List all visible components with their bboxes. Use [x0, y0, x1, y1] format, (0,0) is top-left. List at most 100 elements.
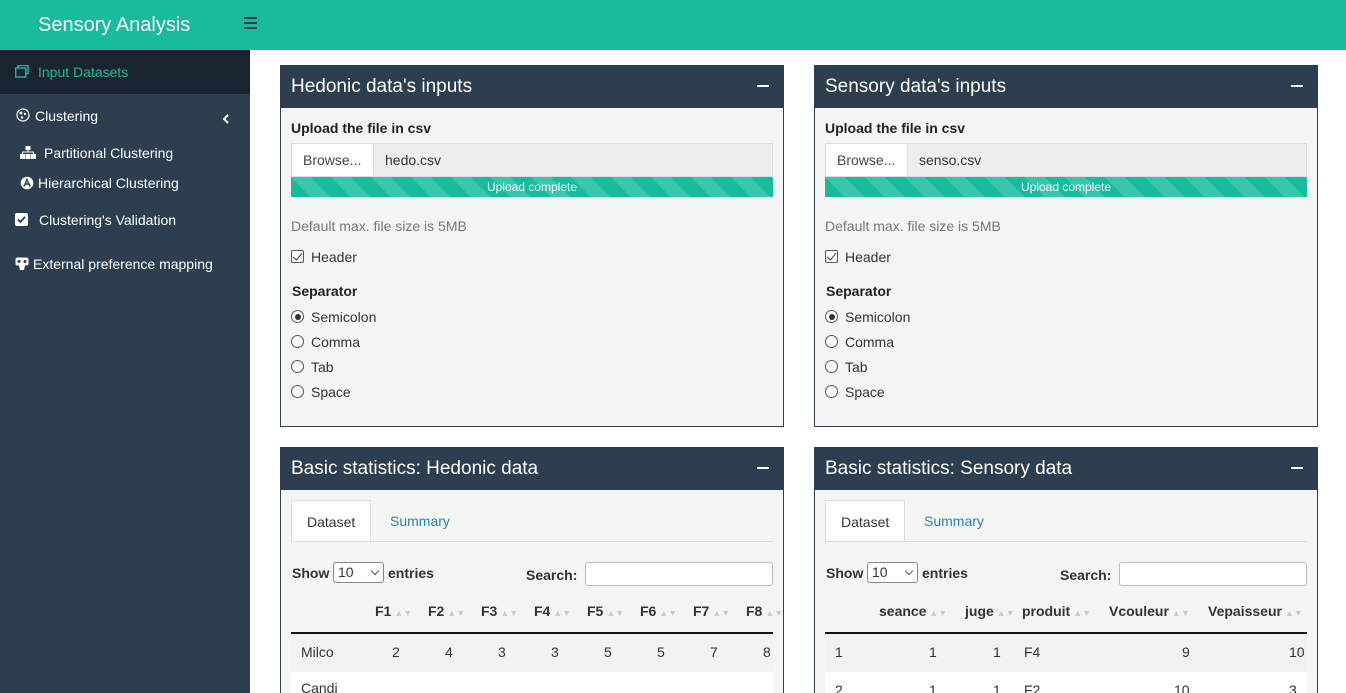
upload-progress-bar: Upload complete [825, 177, 1307, 197]
table-cell: 7 [710, 644, 718, 660]
table-row[interactable]: Milco 2 4 3 3 5 5 7 8 [291, 634, 773, 672]
column-header[interactable]: F1 ▲▼ [375, 603, 412, 619]
radio-selected-icon[interactable] [825, 310, 838, 323]
column-header[interactable]: produit ▲▼ [1022, 603, 1091, 619]
search-input[interactable] [585, 562, 773, 586]
browse-button[interactable]: Browse... [292, 144, 374, 176]
box-title: Hedonic data's inputs [291, 76, 473, 97]
box-body: Upload the file in csv Browse... hedo.cs… [281, 108, 783, 426]
browse-button[interactable]: Browse... [826, 144, 908, 176]
file-name-field[interactable]: senso.csv [919, 144, 981, 176]
table-cell: 2 [392, 644, 400, 660]
table-row[interactable]: 2 1 1 F2 10 3 [825, 672, 1307, 693]
entries-select[interactable]: 10 [867, 562, 918, 583]
radio-icon[interactable] [291, 385, 304, 398]
table-cell: 9 [1182, 644, 1190, 660]
show-label: Show [292, 565, 330, 581]
sidebar-item-label: External preference mapping [33, 256, 213, 272]
column-header[interactable]: F6 ▲▼ [640, 603, 677, 619]
table-cell: F2 [1024, 682, 1041, 693]
table-cell: F4 [1024, 644, 1041, 660]
sitemap-icon [20, 146, 36, 163]
column-header[interactable]: F7 ▲▼ [693, 603, 730, 619]
file-input[interactable]: Browse... senso.csv [825, 143, 1307, 177]
radio-label: Semicolon [845, 309, 911, 325]
box-title: Sensory data's inputs [825, 76, 1007, 97]
collapse-icon[interactable] [1291, 85, 1303, 87]
column-header[interactable]: F4 ▲▼ [534, 603, 571, 619]
entries-label: entries [388, 565, 434, 581]
column-header[interactable]: F3 ▲▼ [481, 603, 518, 619]
collapse-icon[interactable] [1291, 467, 1303, 469]
column-header[interactable]: juge ▲▼ [965, 603, 1015, 619]
row-name: Candi [301, 680, 338, 693]
sidebar-item-clustering-validation[interactable]: Clustering's Validation [0, 210, 250, 230]
tab-summary[interactable]: Summary [909, 500, 999, 542]
app-title: Sensory Analysis [38, 14, 191, 36]
table-cell: 5 [657, 644, 665, 660]
checkbox-checked-icon[interactable] [291, 250, 304, 263]
datasets-icon [14, 64, 29, 81]
show-label: Show [826, 565, 864, 581]
column-header[interactable]: Vepaisseur ▲▼ [1208, 603, 1303, 619]
row-index: 2 [835, 682, 843, 693]
search-input[interactable] [1119, 562, 1307, 586]
table-cell: 8 [763, 644, 771, 660]
checkbox-checked-icon[interactable] [825, 250, 838, 263]
sidebar-item-label: Clustering [35, 108, 99, 124]
radio-icon[interactable] [825, 385, 838, 398]
box-header: Basic statistics: Hedonic data [281, 448, 783, 490]
radio-label: Tab [311, 359, 334, 375]
radio-icon[interactable] [291, 335, 304, 348]
sidebar-toggle-icon[interactable] [244, 17, 258, 33]
table-cell: 10 [1289, 644, 1305, 660]
tab-summary[interactable]: Summary [375, 500, 465, 542]
column-header[interactable]: F8 ▲▼ [746, 603, 783, 619]
table-cell: 3 [551, 644, 559, 660]
file-input[interactable]: Browse... hedo.csv [291, 143, 773, 177]
tab-dataset[interactable]: Dataset [291, 500, 372, 542]
column-header[interactable]: F2 ▲▼ [428, 603, 465, 619]
chevron-left-icon [222, 111, 230, 127]
table-row[interactable]: Candi [291, 672, 773, 693]
table-cell: 5 [604, 644, 612, 660]
radio-icon[interactable] [825, 360, 838, 373]
table-cell: 4 [445, 644, 453, 660]
sidebar-item-input-datasets[interactable]: Input Datasets [0, 50, 250, 94]
sidebar-item-partitional-clustering[interactable]: Partitional Clustering [0, 143, 250, 163]
search-label: Search: [1060, 567, 1112, 583]
main-content: Hedonic data's inputs Upload the file in… [250, 50, 1346, 693]
box-body: Dataset Summary Show 10 entries Search: … [281, 490, 783, 693]
checkbox-label: Header [845, 249, 891, 265]
tab-divider [291, 541, 773, 542]
sidebar-item-label: Clustering's Validation [39, 212, 177, 228]
radio-icon[interactable] [825, 335, 838, 348]
table-row[interactable]: 1 1 1 F4 9 10 [825, 634, 1307, 672]
radio-label: Space [845, 384, 885, 400]
collapse-icon[interactable] [757, 467, 769, 469]
column-header[interactable]: F5 ▲▼ [587, 603, 624, 619]
entries-select[interactable]: 10 [333, 562, 384, 583]
box-body: Upload the file in csv Browse... senso.c… [815, 108, 1317, 426]
column-header[interactable]: seance ▲▼ [879, 603, 947, 619]
box-title: Basic statistics: Sensory data [825, 458, 1073, 479]
radio-icon[interactable] [291, 360, 304, 373]
box-body: Dataset Summary Show 10 entries Search: … [815, 490, 1317, 693]
sidebar-item-label: Hierarchical Clustering [38, 175, 179, 191]
table-cell: 10 [1174, 682, 1190, 693]
sidebar-item-external-preference-mapping[interactable]: External preference mapping [0, 254, 250, 274]
top-navbar: Sensory Analysis [0, 0, 1346, 50]
column-header[interactable]: Vcouleur ▲▼ [1109, 603, 1190, 619]
collapse-icon[interactable] [757, 85, 769, 87]
file-size-hint: Default max. file size is 5MB [825, 218, 1001, 234]
box-title: Basic statistics: Hedonic data [291, 458, 539, 479]
entries-label: entries [922, 565, 968, 581]
sidebar-item-hierarchical-clustering[interactable]: Hierarchical Clustering [0, 173, 250, 193]
file-name-field[interactable]: hedo.csv [385, 144, 441, 176]
radio-label: Comma [845, 334, 895, 350]
table-cell: 3 [1289, 682, 1297, 693]
tab-dataset[interactable]: Dataset [825, 500, 906, 542]
radio-selected-icon[interactable] [291, 310, 304, 323]
sidebar-item-clustering[interactable]: Clustering [0, 105, 250, 127]
hedonic-stats-box: Basic statistics: Hedonic data Dataset S… [280, 447, 784, 693]
